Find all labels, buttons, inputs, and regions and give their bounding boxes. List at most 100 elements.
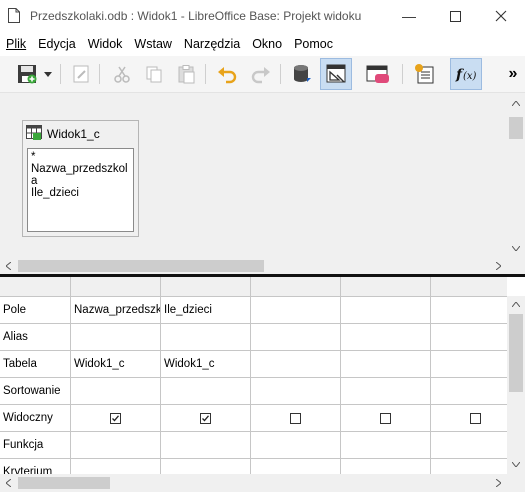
table-pane-horizontal-scrollbar[interactable] [0,257,525,275]
funkcja-cell[interactable] [431,432,507,459]
kryterium-cell[interactable] [431,459,507,474]
title-bar: Przedszkolaki.odb : Widok1 - LibreOffice… [0,0,525,32]
pole-cell[interactable] [341,297,431,324]
visible-checkbox[interactable] [380,412,391,424]
funkcja-cell[interactable] [161,432,251,459]
run-query-icon [366,65,389,83]
add-field-button[interactable] [412,61,438,87]
grid-vertical-scrollbar[interactable] [507,296,525,474]
scroll-up-icon [512,302,520,307]
pole-cell[interactable]: Nazwa_przedszk [71,297,161,324]
grid-corner [0,277,71,297]
copy-button[interactable] [141,61,167,87]
alias-cell[interactable] [161,324,251,351]
widoczny-cell [431,405,507,432]
run-query-button[interactable] [363,61,393,87]
design-view-icon [326,64,346,83]
redo-button[interactable] [247,61,273,87]
tabela-cell[interactable] [251,351,341,378]
checkmark-icon [202,414,209,421]
tabela-cell[interactable]: Widok1_c [161,351,251,378]
table-window-widok1-c[interactable]: Widok1_c * Nazwa_przedszkola Ile_dzieci [22,120,139,237]
menu-plik-label: Plik [6,37,27,51]
undo-button[interactable] [215,61,241,87]
field-item-nazwa-przedszkola[interactable]: Nazwa_przedszkola [31,163,130,187]
tabela-cell[interactable] [431,351,507,378]
dropdown-arrow-icon [44,71,52,77]
scroll-left-icon [6,479,11,487]
scroll-down-icon [512,246,520,251]
sortowanie-cell[interactable] [341,378,431,405]
scroll-right-icon [496,479,501,487]
paste-button[interactable] [173,61,199,87]
add-table-icon [294,65,311,82]
field-item-ile-dzieci[interactable]: Ile_dzieci [31,187,130,199]
toolbar-overflow-button[interactable]: » [505,61,521,87]
visible-checkbox[interactable] [290,412,301,424]
pole-cell[interactable]: Ile_dzieci [161,297,251,324]
window-title: Przedszkolaki.odb : Widok1 - LibreOffice… [30,9,362,23]
scroll-thumb[interactable] [509,117,523,139]
design-view-toggle[interactable] [320,58,352,90]
scroll-thumb[interactable] [509,314,523,392]
pole-cell[interactable] [431,297,507,324]
funkcja-cell[interactable] [341,432,431,459]
menu-narzedzia[interactable]: Narzędzia [178,37,246,51]
alias-cell[interactable] [251,324,341,351]
row-label-pole: Pole [0,297,71,324]
undo-icon [218,67,237,84]
kryterium-cell[interactable] [71,459,161,474]
sortowanie-cell[interactable] [431,378,507,405]
sortowanie-cell[interactable] [71,378,161,405]
row-label-alias: Alias [0,324,71,351]
kryterium-cell[interactable] [251,459,341,474]
table-pane-vertical-scrollbar[interactable] [507,95,525,255]
save-button[interactable] [14,61,40,87]
sortowanie-cell[interactable] [251,378,341,405]
pole-cell[interactable] [251,297,341,324]
scroll-thumb[interactable] [18,260,264,272]
grid-horizontal-scrollbar[interactable] [0,474,525,492]
sortowanie-cell[interactable] [161,378,251,405]
functions-toggle[interactable]: f (x) [450,58,482,90]
menu-okno[interactable]: Okno [246,37,288,51]
kryterium-cell[interactable] [341,459,431,474]
funkcja-cell[interactable] [71,432,161,459]
minimize-button[interactable]: — [386,0,432,32]
query-design-grid: Pole Nazwa_przedszk Ile_dzieci Alias Tab… [0,277,507,474]
menu-widok[interactable]: Widok [82,37,129,51]
tabela-cell[interactable] [341,351,431,378]
document-icon [8,8,20,23]
menu-wstaw[interactable]: Wstaw [128,37,178,51]
field-item-asterisk[interactable]: * [31,151,130,163]
alias-cell[interactable] [431,324,507,351]
column-header[interactable] [431,277,507,297]
cut-icon [114,66,130,83]
scroll-thumb[interactable] [18,477,110,489]
save-dropdown-button[interactable] [41,61,55,87]
column-header[interactable] [341,277,431,297]
column-header[interactable] [251,277,341,297]
menu-edycja[interactable]: Edycja [32,37,82,51]
column-header[interactable] [71,277,161,297]
visible-checkbox-checked[interactable] [200,412,211,424]
kryterium-cell[interactable] [161,459,251,474]
add-table-button[interactable] [289,61,315,87]
visible-checkbox[interactable] [470,412,481,424]
alias-cell[interactable] [341,324,431,351]
cut-button[interactable] [109,61,135,87]
maximize-button[interactable] [432,0,478,32]
close-button[interactable] [478,0,524,32]
table-icon [26,125,42,140]
visible-checkbox-checked[interactable] [110,412,121,424]
alias-cell[interactable] [71,324,161,351]
table-window-titlebar[interactable]: Widok1_c [23,121,138,145]
menu-pomoc[interactable]: Pomoc [288,37,339,51]
edit-button[interactable] [68,61,94,87]
column-header[interactable] [161,277,251,297]
menu-plik[interactable]: Plik [0,37,32,51]
checkmark-icon [112,414,119,421]
funkcja-cell[interactable] [251,432,341,459]
tabela-cell[interactable]: Widok1_c [71,351,161,378]
field-list[interactable]: * Nazwa_przedszkola Ile_dzieci [27,148,134,232]
